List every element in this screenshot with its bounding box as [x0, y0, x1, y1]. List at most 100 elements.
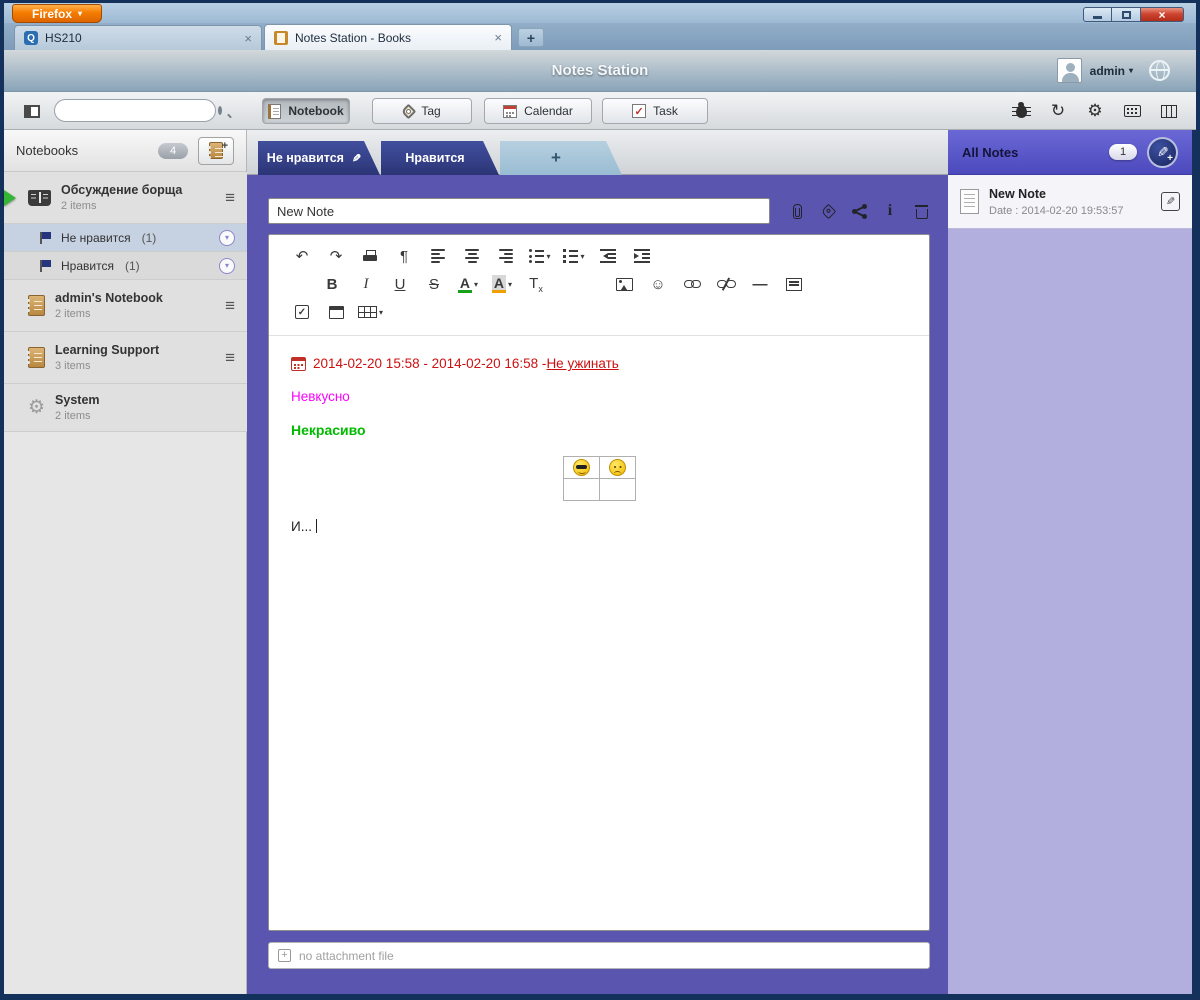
outdent-button[interactable]	[596, 245, 620, 267]
task-checkbox-icon: ✓	[295, 305, 309, 319]
align-left-icon	[431, 249, 445, 263]
redo-button[interactable]: ↷	[324, 245, 348, 267]
user-menu[interactable]: admin ▾	[1090, 64, 1133, 78]
tab-label: Notes Station - Books	[295, 30, 412, 45]
nav-label: Task	[653, 104, 678, 118]
paragraph-button[interactable]: ¶	[392, 245, 416, 267]
attachment-bar[interactable]: + no attachment file	[268, 942, 930, 969]
maximize-button[interactable]	[1112, 7, 1141, 22]
notebook-menu-icon[interactable]: ≡	[225, 188, 235, 208]
attach-button[interactable]	[788, 202, 806, 220]
chevron-down-icon: ▾	[580, 251, 585, 261]
browser-tab-notes-station[interactable]: Notes Station - Books ×	[264, 24, 512, 50]
nav-tag-button[interactable]: Tag	[372, 98, 472, 124]
note-title-input[interactable]	[268, 198, 770, 224]
window-controls: ×	[1083, 7, 1184, 22]
close-button[interactable]: ×	[1141, 7, 1184, 22]
chevron-down-icon: ▾	[508, 279, 513, 289]
nav-task-button[interactable]: ✓ Task	[602, 98, 708, 124]
event-link[interactable]: Не ужинать	[546, 356, 618, 371]
sidebar-item-system[interactable]: ⚙ System 2 items	[4, 384, 247, 432]
settings-button[interactable]: ⚙	[1082, 98, 1108, 124]
print-button[interactable]	[358, 245, 382, 267]
open-book-icon	[28, 189, 51, 206]
insert-task-button[interactable]: ✓	[290, 301, 314, 323]
note-list-item[interactable]: New Note Date : 2014-02-20 19:53:57 ✎	[948, 175, 1192, 229]
clear-format-button[interactable]: Tx	[524, 273, 548, 295]
tab-close-icon[interactable]: ×	[494, 31, 502, 44]
new-note-button[interactable]: ✎ +	[1147, 136, 1178, 168]
plus-icon: +	[526, 29, 536, 46]
chevron-down-icon: ▾	[474, 279, 479, 289]
selected-notebook-arrow-icon	[4, 190, 16, 206]
add-note-tab-button[interactable]: +	[500, 141, 622, 175]
align-right-button[interactable]	[494, 245, 518, 267]
strikethrough-button[interactable]: S	[422, 273, 446, 295]
notebooks-count-badge: 4	[158, 142, 188, 159]
tab-close-icon[interactable]: ×	[244, 32, 252, 45]
delete-note-button[interactable]	[912, 202, 930, 220]
indent-button[interactable]	[630, 245, 654, 267]
qnap-icon: Q	[24, 31, 38, 45]
align-left-button[interactable]	[426, 245, 450, 267]
event-calendar-icon	[291, 356, 306, 371]
sidebar-item-ne-nravitsya[interactable]: Не нравится (1) ▾	[4, 224, 247, 252]
debug-bug-button[interactable]	[1008, 98, 1034, 124]
editor-content[interactable]: 2014-02-20 15:58 - 2014-02-20 16:58 - Не…	[269, 336, 929, 540]
share-button[interactable]	[850, 202, 868, 220]
insert-emoticon-button[interactable]: ☺	[646, 273, 670, 295]
insert-image-button[interactable]	[612, 273, 636, 295]
flag-icon	[40, 259, 52, 272]
pencil-icon[interactable]: ✎	[352, 152, 361, 165]
tag-note-button[interactable]	[819, 202, 837, 220]
info-button[interactable]: i	[881, 202, 899, 220]
language-globe-icon[interactable]	[1149, 60, 1170, 81]
bullet-list-button[interactable]: ▾	[528, 245, 552, 267]
numbered-list-button[interactable]: ▾	[562, 245, 586, 267]
italic-button[interactable]: I	[354, 273, 378, 295]
avatar[interactable]	[1056, 58, 1082, 83]
note-tab-nravitsya[interactable]: Нравится	[381, 141, 499, 175]
sidebar-toggle-button[interactable]	[18, 99, 46, 124]
browser-tab-hs210[interactable]: Q HS210 ×	[14, 25, 262, 50]
flag-icon	[40, 231, 52, 244]
search-icon[interactable]	[218, 106, 222, 115]
nav-notebook-button[interactable]: Notebook	[262, 98, 350, 124]
sidebar-item-admins-notebook[interactable]: admin's Notebook 2 items ≡	[4, 280, 247, 332]
sidebar-header: Notebooks 4 +	[4, 130, 246, 172]
underline-button[interactable]: U	[388, 273, 412, 295]
trash-icon	[914, 204, 928, 219]
note-tab-ne-nravitsya[interactable]: Не нравится ✎	[258, 141, 380, 175]
align-center-button[interactable]	[460, 245, 484, 267]
sidebar-item-nravitsya[interactable]: Нравится (1) ▾	[4, 252, 247, 280]
undo-button[interactable]: ↶	[290, 245, 314, 267]
underline-icon: U	[394, 275, 406, 293]
insert-event-button[interactable]	[324, 301, 348, 323]
code-block-button[interactable]	[782, 273, 806, 295]
minimize-button[interactable]	[1083, 7, 1112, 22]
highlight-color-button[interactable]: A ▾	[490, 273, 514, 295]
notebook-menu-icon[interactable]: ≡	[225, 348, 235, 368]
refresh-button[interactable]: ↻	[1045, 98, 1071, 124]
nav-label: Tag	[421, 104, 441, 118]
horizontal-rule-button[interactable]: —	[748, 273, 772, 295]
font-color-button[interactable]: A ▾	[456, 273, 480, 295]
chevron-circle-icon[interactable]: ▾	[219, 229, 235, 246]
notebook-menu-icon[interactable]: ≡	[225, 296, 235, 316]
search-input[interactable]	[63, 103, 218, 118]
add-notebook-button[interactable]: +	[198, 136, 234, 165]
bold-button[interactable]: B	[320, 273, 344, 295]
chevron-circle-icon[interactable]: ▾	[219, 257, 235, 274]
insert-link-button[interactable]	[680, 273, 704, 295]
sidebar-item-obsuzhdenie-borscha[interactable]: Обсуждение борща 2 items ≡	[4, 172, 247, 224]
sidebar-item-learning-support[interactable]: Learning Support 3 items ≡	[4, 332, 247, 384]
insert-table-button[interactable]: ▾	[358, 301, 383, 323]
firefox-menu-button[interactable]: Firefox ▾	[12, 4, 102, 23]
new-tab-button[interactable]: +	[518, 28, 544, 47]
notes-station-icon	[274, 30, 288, 45]
keyboard-button[interactable]	[1119, 98, 1145, 124]
nav-calendar-button[interactable]: Calendar	[484, 98, 592, 124]
remove-link-button[interactable]	[714, 273, 738, 295]
edit-note-button[interactable]: ✎	[1161, 192, 1180, 211]
layout-button[interactable]	[1156, 98, 1182, 124]
